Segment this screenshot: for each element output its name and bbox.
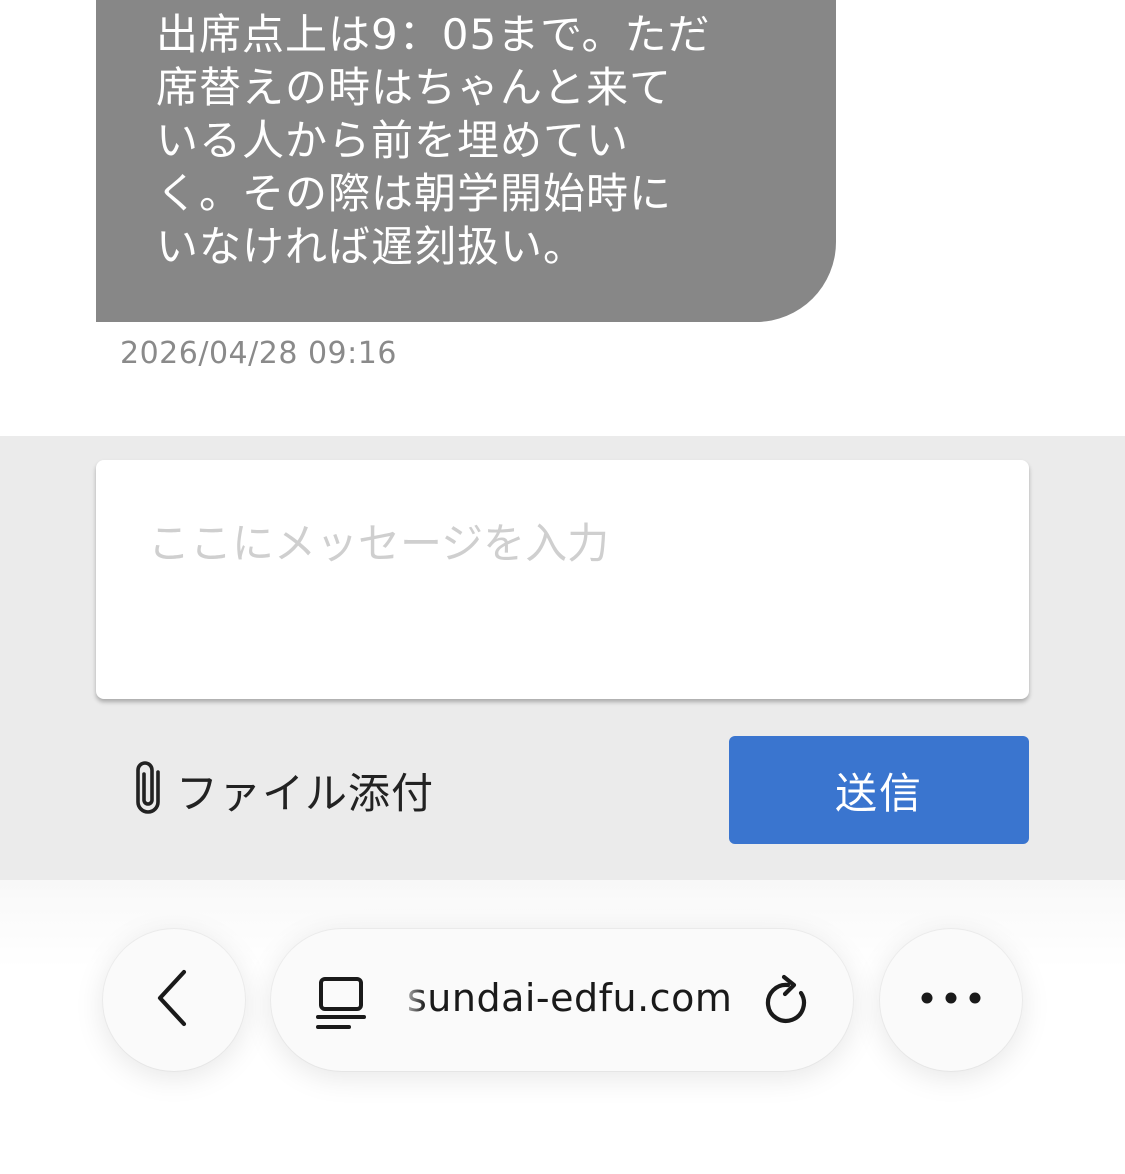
url-text: sundai-edfu.com: [407, 976, 733, 1020]
message-input[interactable]: [96, 460, 1029, 699]
address-bar[interactable]: sundai-edfu.com: [271, 929, 853, 1071]
reload-icon[interactable]: [761, 973, 815, 1035]
paperclip-icon: [128, 758, 168, 822]
more-horizontal-icon: [919, 990, 983, 1010]
browser-toolbar: sundai-edfu.com: [0, 880, 1125, 1174]
more-button[interactable]: [880, 929, 1022, 1071]
message-text: 出席点上は9：05まで。ただ 席替えの時はちゃんと来て いる人から前を埋めてい …: [156, 10, 711, 271]
send-button[interactable]: 送信: [729, 736, 1029, 844]
message-composer: ファイル添付 送信: [0, 436, 1125, 880]
message-timestamp: 2026/04/28 09:16: [120, 336, 397, 371]
file-attach-button[interactable]: ファイル添付: [128, 758, 434, 822]
chevron-left-icon: [154, 968, 194, 1032]
back-button[interactable]: [103, 929, 245, 1071]
chat-page: 出席点上は9：05まで。ただ 席替えの時はちゃんと来て いる人から前を埋めてい …: [0, 0, 1125, 1174]
message-bubble: 出席点上は9：05まで。ただ 席替えの時はちゃんと来て いる人から前を埋めてい …: [96, 0, 836, 322]
tab-overview-icon[interactable]: [315, 975, 367, 1035]
file-attach-label: ファイル添付: [176, 768, 435, 818]
message-input-box: [96, 460, 1029, 699]
